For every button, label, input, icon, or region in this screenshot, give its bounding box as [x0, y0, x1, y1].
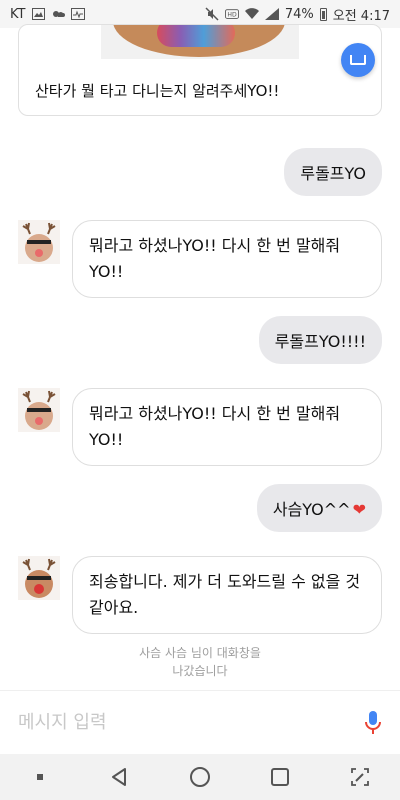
- bot-avatar: [18, 556, 60, 600]
- dot-icon[interactable]: [25, 762, 55, 792]
- signal-icon: [264, 7, 279, 21]
- activity-icon: [71, 7, 86, 21]
- wifi-icon: [244, 7, 259, 21]
- user-message-2: 루돌프YO!!!!: [258, 316, 382, 364]
- bot-message-1: 뭐라고 하셨나YO!! 다시 한 번 말해줘YO!!: [72, 220, 382, 298]
- hd-icon: HD: [224, 7, 239, 21]
- bot-message-2: 뭐라고 하셨나YO!! 다시 한 번 말해줘YO!!: [72, 388, 382, 466]
- user-message-3-text: 사슴YO^^: [272, 500, 351, 519]
- user-left-line-2: 나갔습니다: [172, 664, 228, 678]
- mic-icon[interactable]: [364, 710, 382, 736]
- bot-message-row-3: 죄송합니다. 제가 더 도와드릴 수 없을 것 같아요.: [18, 556, 382, 634]
- home-icon[interactable]: [185, 762, 215, 792]
- bot-message-3: 죄송합니다. 제가 더 도와드릴 수 없을 것 같아요.: [72, 556, 382, 634]
- battery-percent: 74%: [284, 6, 314, 22]
- bot-avatar: [18, 388, 60, 432]
- weather-icon: [51, 7, 66, 21]
- image-icon: [31, 7, 45, 21]
- status-left: KT: [10, 6, 86, 22]
- navigation-bar: [0, 754, 400, 800]
- reindeer-image: [101, 25, 299, 59]
- message-input-bar: [0, 690, 400, 754]
- quick-reply-card[interactable]: 산타가 뭘 타고 다니는지 알려주세YO!!: [18, 24, 382, 116]
- bot-message-row-1: 뭐라고 하셨나YO!! 다시 한 번 말해줘YO!!: [18, 220, 382, 298]
- back-icon[interactable]: [105, 762, 135, 792]
- card-suggestion-text[interactable]: 산타가 뭘 타고 다니는지 알려주세YO!!: [35, 80, 279, 101]
- carrier-label: KT: [10, 6, 26, 22]
- edit-icon[interactable]: [345, 762, 375, 792]
- user-message-3: 사슴YO^^ ❤: [256, 484, 382, 532]
- bot-message-row-2: 뭐라고 하셨나YO!! 다시 한 번 말해줘YO!!: [18, 388, 382, 466]
- status-right: HD 74% 오전 4:17: [205, 5, 390, 24]
- chat-bubble-button[interactable]: [341, 43, 375, 77]
- mute-icon: [205, 7, 219, 21]
- recent-apps-icon[interactable]: [265, 762, 295, 792]
- chat-bubble-icon: [350, 55, 366, 65]
- clock: 오전 4:17: [332, 8, 390, 24]
- message-input[interactable]: [18, 712, 318, 733]
- user-left-line-1: 사슴 사슴 님이 대화창을: [139, 646, 261, 660]
- heart-icon: ❤: [352, 500, 366, 519]
- svg-text:HD: HD: [227, 12, 237, 19]
- scarf: [157, 25, 235, 47]
- bot-avatar: [18, 220, 60, 264]
- user-left-notice: 사슴 사슴 님이 대화창을 나갔습니다: [0, 644, 400, 680]
- battery-icon: [319, 7, 327, 21]
- user-message-1: 루돌프YO: [284, 148, 382, 196]
